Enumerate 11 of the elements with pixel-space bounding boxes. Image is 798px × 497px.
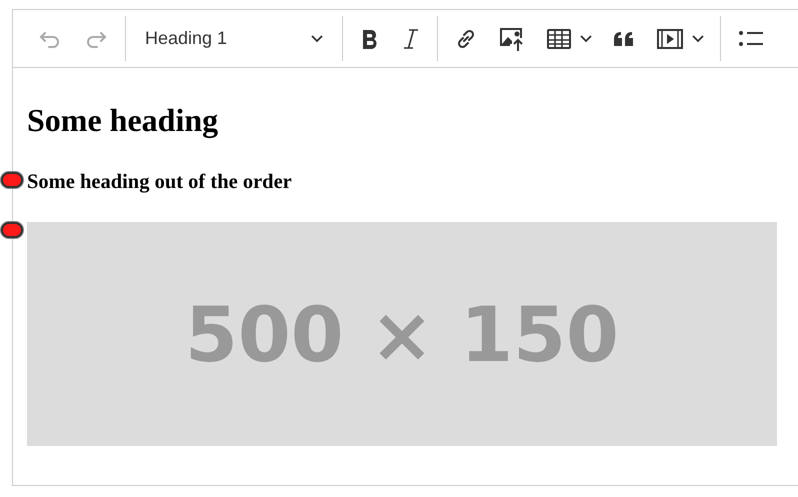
placeholder-image: 500 × 150 bbox=[27, 222, 777, 446]
film-play-icon bbox=[656, 28, 684, 50]
heading-dropdown[interactable]: Heading 1 bbox=[137, 24, 331, 53]
table-icon bbox=[546, 28, 572, 50]
quote-icon bbox=[612, 30, 636, 48]
caret-icon bbox=[692, 34, 704, 42]
caret-icon bbox=[311, 34, 323, 42]
subheading: Some heading out of the order bbox=[27, 170, 293, 195]
heading: Some heading bbox=[27, 101, 220, 140]
caret-icon bbox=[580, 34, 592, 42]
italic-icon bbox=[401, 28, 421, 50]
